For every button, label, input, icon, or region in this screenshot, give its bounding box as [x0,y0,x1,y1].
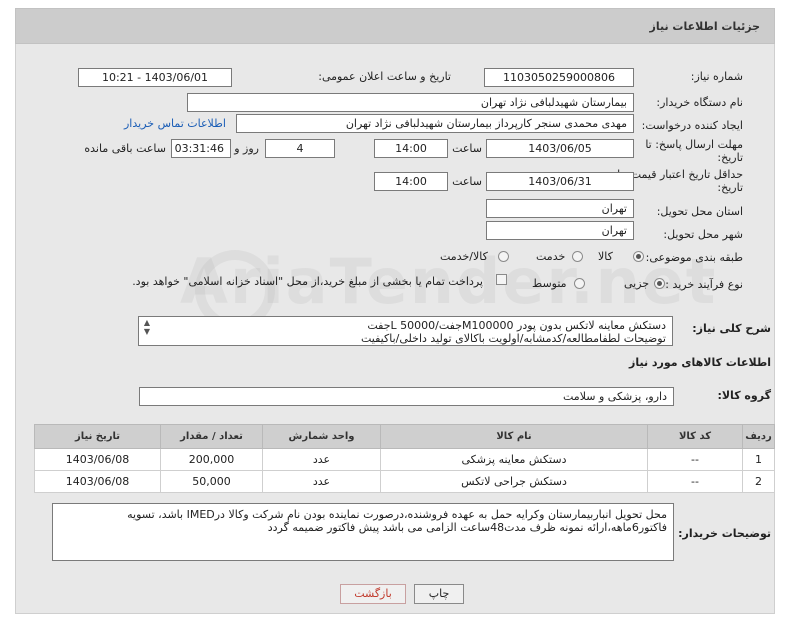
cell-qty: 200,000 [160,448,263,471]
validity-time-label: ساعت [452,175,482,188]
goods-info-title: اطلاعات کالاهای مورد نیاز [629,356,771,369]
col-date: تاریخ نیاز [34,424,161,449]
table-header-row: ردیف کد کالا نام کالا واحد شمارش تعداد /… [34,424,775,449]
col-code: کد کالا [647,424,743,449]
summary-line-1: دستکش معاینه لاتکس بدون پودر M100000جفت/… [367,319,666,332]
back-button[interactable]: بازگشت [340,584,406,604]
col-qty: تعداد / مقدار [160,424,263,449]
province-label: استان محل تحویل: [656,205,743,218]
process-option-small: جزیی [624,277,650,290]
goods-group-field[interactable]: دارو، پزشکی و سلامت [139,387,674,406]
cell-date: 1403/06/08 [34,448,161,471]
table-row[interactable]: 2 -- دستکش جراحی لاتکس عدد 50,000 1403/0… [34,470,775,493]
category-option-service: خدمت [536,250,566,263]
category-label: طبقه بندی موضوعی: [645,251,743,264]
process-option-medium: متوسط [532,277,567,290]
buyer-notes-textarea[interactable]: محل تحویل انباربیمارستان وکرایه حمل به ع… [52,503,674,561]
cell-name: دستکش معاینه پزشکی [380,448,648,471]
category-radio-service[interactable] [572,251,583,262]
print-button[interactable]: چاپ [414,584,464,604]
deadline-label: مهلت ارسال پاسخ: تا [645,138,743,151]
city-field[interactable]: تهران [486,221,634,240]
cell-date: 1403/06/08 [34,470,161,493]
summary-scroll-arrows[interactable]: ▲ ▼ [141,318,153,336]
buyer-notes-label: توضیحات خریدار: [678,527,771,540]
deadline-time-field[interactable]: 14:00 [374,139,448,158]
announce-date-field[interactable]: 1403/06/01 - 10:21 [78,68,232,87]
goods-group-label: گروه کالا: [717,389,771,402]
table-row[interactable]: 1 -- دستکش معاینه پزشکی عدد 200,000 1403… [34,448,775,471]
validity-label: حداقل تاریخ اعتبار قیمت: تا [617,168,743,181]
page-header: جزئیات اطلاعات نیاز [15,8,775,44]
cell-name: دستکش جراحی لاتکس [380,470,648,493]
remaining-time-field[interactable]: 03:31:46 [171,139,231,158]
category-option-goods: کالا [598,250,613,263]
days-field[interactable]: 4 [265,139,335,158]
need-number-label: شماره نیاز: [690,70,743,83]
category-radio-both[interactable] [498,251,509,262]
cell-unit: عدد [262,470,381,493]
process-radio-small[interactable] [654,278,665,289]
deadline-time-label: ساعت [452,142,482,155]
category-option-both: کالا/خدمت [440,250,488,263]
process-label: نوع فرآیند خرید : [665,278,743,291]
contact-info-link[interactable]: اطلاعات تماس خریدار [124,117,226,130]
creator-field[interactable]: مهدی محمدی سنجر کارپرداز بیمارستان شهیدل… [236,114,634,133]
col-unit: واحد شمارش [262,424,381,449]
treasury-payment-note: پرداخت تمام یا بخشی از مبلغ خرید،از محل … [132,275,483,288]
treasury-payment-checkbox[interactable] [496,274,507,285]
summary-label: شرح کلی نیاز: [692,322,771,335]
category-radio-goods[interactable] [633,251,644,262]
cell-code: -- [647,470,743,493]
summary-textarea[interactable]: دستکش معاینه لاتکس بدون پودر M100000جفت/… [138,316,673,346]
goods-table: ردیف کد کالا نام کالا واحد شمارش تعداد /… [34,424,775,493]
announce-label: تاریخ و ساعت اعلان عمومی: [318,70,451,83]
col-row: ردیف [742,424,775,449]
cell-row: 2 [742,470,775,493]
cell-row: 1 [742,448,775,471]
province-field[interactable]: تهران [486,199,634,218]
need-number-field[interactable]: 1103050259000806 [484,68,634,87]
deadline-label-date: تاریخ: [717,151,743,164]
deadline-date-field[interactable]: 1403/06/05 [486,139,634,158]
remaining-label: ساعت باقی مانده [84,142,166,155]
creator-label: ایجاد کننده درخواست: [641,119,743,132]
validity-date-field[interactable]: 1403/06/31 [486,172,634,191]
process-radio-medium[interactable] [574,278,585,289]
col-name: نام کالا [380,424,648,449]
summary-line-2: توضیحات لطفامطالعه/کدمشابه/اولویت باکالا… [360,332,666,345]
page-title: جزئیات اطلاعات نیاز [649,20,761,33]
cell-unit: عدد [262,448,381,471]
buyer-org-label: نام دستگاه خریدار: [656,96,743,109]
cell-code: -- [647,448,743,471]
buyer-org-field[interactable]: بیمارستان شهیدلبافی نژاد تهران [187,93,634,112]
validity-time-field[interactable]: 14:00 [374,172,448,191]
validity-label-date: تاریخ: [717,181,743,194]
days-label: روز و [234,142,259,155]
cell-qty: 50,000 [160,470,263,493]
city-label: شهر محل تحویل: [663,228,743,241]
